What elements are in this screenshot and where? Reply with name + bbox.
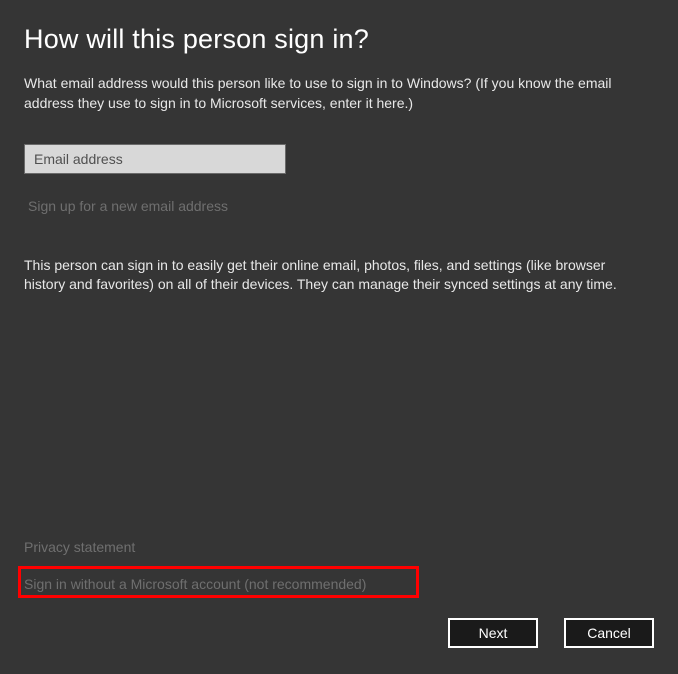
signup-link[interactable]: Sign up for a new email address: [28, 198, 228, 214]
page-title: How will this person sign in?: [24, 24, 654, 55]
privacy-link[interactable]: Privacy statement: [24, 539, 135, 555]
email-field[interactable]: [24, 144, 286, 174]
no-microsoft-account-link[interactable]: Sign in without a Microsoft account (not…: [24, 576, 366, 592]
description-text: This person can sign in to easily get th…: [24, 256, 634, 296]
instruction-text: What email address would this person lik…: [24, 73, 634, 114]
next-button[interactable]: Next: [448, 618, 538, 648]
cancel-button[interactable]: Cancel: [564, 618, 654, 648]
button-row: Next Cancel: [448, 618, 654, 648]
